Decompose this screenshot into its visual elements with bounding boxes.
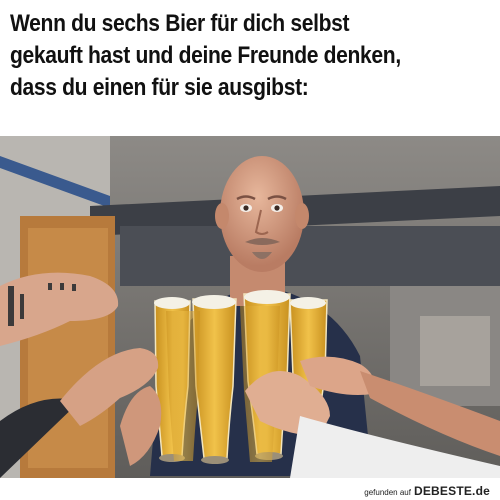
caption-line-2: gekauft hast und deine Freunde denken, (10, 42, 401, 69)
meme-caption: Wenn du sechs Bier für dich selbst gekau… (10, 8, 426, 104)
found-on-label: gefunden auf (364, 488, 411, 497)
footer: gefunden auf DEBESTE.de (0, 478, 500, 500)
caption-line-3: dass du einen für sie ausgibst: (10, 74, 309, 101)
watermark: gefunden auf DEBESTE.de (364, 482, 490, 500)
brand-logo-text: DEBESTE.de (413, 484, 490, 498)
caption-line-1: Wenn du sechs Bier für dich selbst (10, 10, 350, 37)
meme-photo (0, 136, 500, 478)
